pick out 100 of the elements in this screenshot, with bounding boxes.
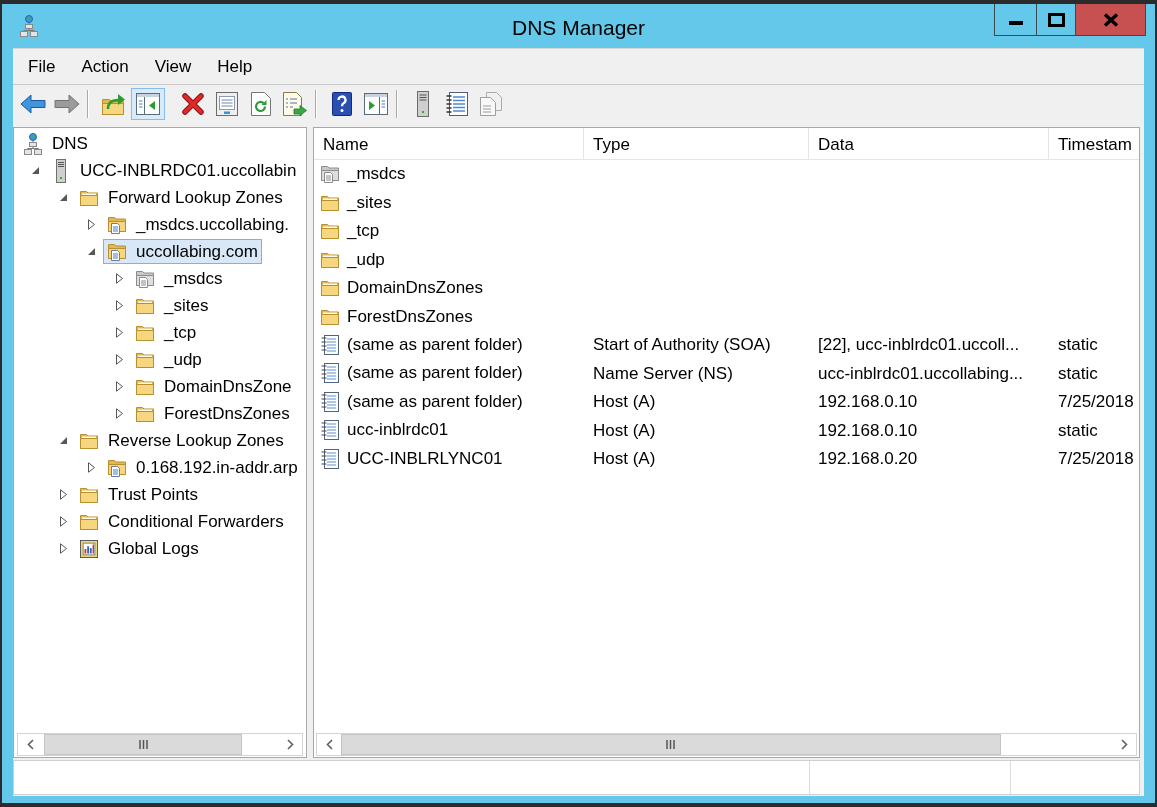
- console-tree-button[interactable]: [131, 87, 165, 120]
- tree-item[interactable]: uccollabing.com: [103, 239, 262, 264]
- tree-item[interactable]: _sites: [131, 293, 213, 318]
- expand-arrow-icon[interactable]: [115, 381, 123, 392]
- folder-icon: [321, 280, 339, 297]
- help-icon: [332, 91, 352, 116]
- chevron-right-icon: [286, 739, 294, 750]
- list-item[interactable]: _sites: [318, 190, 396, 216]
- folder-icon: [80, 189, 98, 206]
- table-cell: Host (A): [593, 420, 656, 440]
- list-item[interactable]: ucc-inblrdc01: [318, 417, 453, 443]
- table-cell: Name Server (NS): [593, 363, 733, 383]
- column-header[interactable]: Type: [584, 128, 809, 159]
- menu-item[interactable]: Action: [68, 51, 142, 82]
- menu-item[interactable]: Help: [204, 51, 266, 82]
- folder-arrow-icon: [102, 92, 126, 115]
- left-arrow-icon: [20, 93, 46, 114]
- notebook-icon: [321, 363, 339, 383]
- scrollbar-thumb[interactable]: [341, 734, 1001, 755]
- column-header[interactable]: Name: [314, 128, 584, 159]
- window-pane-icon: [364, 92, 388, 115]
- list-item[interactable]: (same as parent folder): [318, 360, 527, 386]
- collapse-arrow-icon[interactable]: [31, 167, 39, 174]
- expand-arrow-icon[interactable]: [115, 273, 123, 284]
- collapse-arrow-icon[interactable]: [59, 437, 67, 444]
- tree-item[interactable]: ForestDnsZones: [131, 401, 294, 426]
- list-item[interactable]: (same as parent folder): [318, 332, 527, 357]
- expand-arrow-icon[interactable]: [59, 489, 67, 500]
- expand-arrow-icon[interactable]: [59, 543, 67, 554]
- folder-icon: [136, 297, 154, 314]
- window-title: DNS Manager: [511, 15, 646, 40]
- notebook-icon: [321, 391, 339, 412]
- right-arrow-icon: [54, 93, 80, 114]
- tree-item[interactable]: 0.168.192.in-addr.arp: [103, 455, 302, 480]
- minimize-button[interactable]: [994, 4, 1037, 36]
- folder-icon: [80, 432, 98, 449]
- folder-document-icon: [108, 458, 126, 477]
- tree-item[interactable]: Forward Lookup Zones: [75, 185, 287, 210]
- document-arrow-icon: [283, 91, 307, 116]
- tree-item[interactable]: Global Logs: [75, 536, 203, 561]
- list-item[interactable]: (same as parent folder): [318, 389, 527, 414]
- column-header[interactable]: Data: [809, 128, 1049, 159]
- list-item[interactable]: _tcp: [318, 218, 384, 244]
- tree-item[interactable]: UCC-INBLRDC01.uccollabin: [47, 158, 301, 183]
- folder-icon: [136, 324, 154, 341]
- tree-item[interactable]: Conditional Forwarders: [75, 509, 288, 534]
- menu-item[interactable]: File: [15, 51, 69, 82]
- list-item[interactable]: _msdcs: [318, 161, 410, 187]
- window-pane-icon: [136, 92, 160, 115]
- server-icon: [56, 158, 66, 183]
- folder-icon: [321, 308, 339, 325]
- expand-arrow-icon[interactable]: [115, 300, 123, 311]
- folder-icon: [80, 486, 98, 503]
- folder-icon: [321, 223, 339, 240]
- documents-icon: [480, 91, 502, 116]
- collapse-arrow-icon[interactable]: [59, 194, 67, 201]
- chart-icon: [80, 539, 98, 558]
- expand-arrow-icon[interactable]: [115, 354, 123, 365]
- tree-item[interactable]: _udp: [131, 347, 206, 372]
- table-cell: Start of Authority (SOA): [593, 335, 771, 355]
- column-header[interactable]: Timestam: [1049, 128, 1139, 159]
- expand-arrow-icon[interactable]: [115, 408, 123, 419]
- folder-document-icon: [108, 215, 126, 234]
- table-cell: [22], ucc-inblrdc01.uccoll...: [818, 335, 1020, 355]
- tree-item[interactable]: DomainDnsZone: [131, 374, 296, 399]
- list-item[interactable]: DomainDnsZones: [318, 275, 488, 301]
- expand-arrow-icon[interactable]: [115, 327, 123, 338]
- expand-arrow-icon[interactable]: [87, 462, 95, 473]
- list-item[interactable]: ForestDnsZones: [318, 304, 477, 330]
- close-button[interactable]: [1075, 4, 1146, 36]
- tree-item[interactable]: _msdcs: [131, 266, 227, 291]
- menu-item[interactable]: View: [141, 51, 205, 82]
- table-cell: static: [1058, 363, 1098, 383]
- folder-icon: [321, 194, 339, 211]
- tree-item[interactable]: _msdcs.uccollabing.: [103, 212, 294, 237]
- expand-arrow-icon[interactable]: [87, 219, 95, 230]
- tree-item[interactable]: _tcp: [131, 320, 201, 345]
- table-cell: 192.168.0.10: [818, 392, 918, 412]
- tree-item[interactable]: DNS: [19, 131, 92, 156]
- collapse-arrow-icon[interactable]: [87, 248, 95, 255]
- table-cell: Host (A): [593, 449, 656, 469]
- list-item[interactable]: _udp: [318, 247, 389, 273]
- chevron-left-icon: [26, 739, 34, 750]
- folder-document-icon: [321, 165, 339, 183]
- list-item[interactable]: UCC-INBLRLYNC01: [318, 446, 507, 471]
- maximize-icon: [1047, 12, 1065, 27]
- close-icon: [1102, 12, 1119, 27]
- table-cell: 7/25/2018: [1058, 449, 1134, 469]
- network-icon: [24, 132, 42, 155]
- tree-item[interactable]: Trust Points: [75, 482, 203, 507]
- notebook-icon: [321, 448, 339, 469]
- server-icon: [417, 90, 429, 117]
- folder-icon: [136, 378, 154, 395]
- expand-arrow-icon[interactable]: [59, 516, 67, 527]
- table-cell: Host (A): [593, 392, 656, 412]
- tree-item[interactable]: Reverse Lookup Zones: [75, 428, 288, 453]
- grip-icon: [666, 740, 676, 749]
- folder-document-icon: [136, 269, 154, 288]
- scrollbar-thumb[interactable]: [44, 734, 243, 755]
- cross-icon: [182, 92, 204, 115]
